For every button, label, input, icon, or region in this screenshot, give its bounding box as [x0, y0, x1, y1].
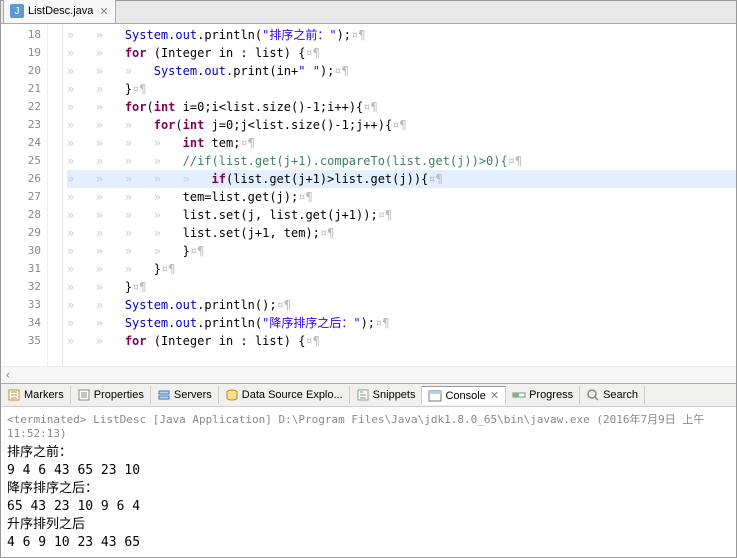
view-tab-snip[interactable]: Snippets [350, 386, 423, 404]
console-panel: <terminated> ListDesc [Java Application]… [1, 406, 736, 557]
line-number: 24 [1, 134, 41, 152]
code-line[interactable]: » » » System.out.print(in+" ");¤¶ [67, 62, 736, 80]
close-icon[interactable]: ✕ [99, 5, 108, 18]
line-number: 20 [1, 62, 41, 80]
line-number: 32 [1, 278, 41, 296]
dse-icon [225, 388, 239, 402]
line-number: 27 [1, 188, 41, 206]
code-line[interactable]: » » System.out.println();¤¶ [67, 296, 736, 314]
code-line[interactable]: » » » » int tem;¤¶ [67, 134, 736, 152]
code-line[interactable]: » » for(int i=0;i<list.size()-1;i++){¤¶ [67, 98, 736, 116]
line-number: 35 [1, 332, 41, 350]
code-line[interactable]: » » » » //if(list.get(j+1).compareTo(lis… [67, 152, 736, 170]
line-number: 23 [1, 116, 41, 134]
line-number: 25 [1, 152, 41, 170]
tab-label: ListDesc.java [28, 5, 93, 17]
code-line[interactable]: » » » for(int j=0;j<list.size()-1;j++){¤… [67, 116, 736, 134]
view-tab-label: Data Source Explo... [242, 389, 343, 401]
view-tab-label: Progress [529, 389, 573, 401]
line-number: 30 [1, 242, 41, 260]
view-tab-console[interactable]: Console ✕ [422, 386, 506, 405]
view-tab-progress[interactable]: Progress [506, 386, 580, 404]
code-line[interactable]: » » » » » if(list.get(j+1)>list.get(j)){… [67, 170, 736, 188]
console-process-label: <terminated> ListDesc [Java Application]… [1, 407, 736, 444]
editor-scrollbar[interactable]: ‹ [1, 366, 736, 383]
view-tab-label: Search [603, 389, 638, 401]
line-number: 29 [1, 224, 41, 242]
console-line: 排序之前： [7, 444, 730, 462]
view-tab-marker[interactable]: Markers [1, 386, 71, 404]
code-line[interactable]: » » }¤¶ [67, 80, 736, 98]
code-line[interactable]: » » }¤¶ [67, 278, 736, 296]
view-tab-search[interactable]: Search [580, 386, 645, 404]
console-line: 降序排序之后： [7, 480, 730, 498]
servers-icon [157, 388, 171, 402]
code-line[interactable]: » » » » tem=list.get(j);¤¶ [67, 188, 736, 206]
view-tab-label: Markers [24, 389, 64, 401]
views-tabbar: Markers Properties Servers Data Source Expl… [1, 383, 736, 406]
view-tab-label: Servers [174, 389, 212, 401]
line-number: 22 [1, 98, 41, 116]
line-number-gutter: 181920212223242526272829303132333435 [1, 24, 48, 366]
view-tab-servers[interactable]: Servers [151, 386, 219, 404]
scroll-left-icon[interactable]: ‹ [1, 368, 15, 382]
console-line: 9 4 6 43 65 23 10 [7, 462, 730, 480]
code-line[interactable]: » » » » list.set(j, list.get(j+1));¤¶ [67, 206, 736, 224]
line-number: 21 [1, 80, 41, 98]
close-icon[interactable]: ✕ [490, 389, 499, 402]
search-icon [586, 388, 600, 402]
java-file-icon: J [10, 4, 24, 18]
view-tab-dse[interactable]: Data Source Explo... [219, 386, 350, 404]
marker-icon [7, 388, 21, 402]
view-tab-label: Console [445, 390, 485, 402]
code-line[interactable]: » » System.out.println("降序排序之后：");¤¶ [67, 314, 736, 332]
code-line[interactable]: » » » » list.set(j+1, tem);¤¶ [67, 224, 736, 242]
line-number: 28 [1, 206, 41, 224]
view-tab-props[interactable]: Properties [71, 386, 151, 404]
ide-window: J ListDesc.java ✕ 1819202122232425262728… [0, 0, 737, 558]
line-number: 31 [1, 260, 41, 278]
code-line[interactable]: » » » }¤¶ [67, 260, 736, 278]
line-number: 18 [1, 26, 41, 44]
editor-tab[interactable]: J ListDesc.java ✕ [3, 0, 116, 23]
view-tab-label: Properties [94, 389, 144, 401]
fold-gutter [48, 24, 63, 366]
code-line[interactable]: » » for (Integer in : list) {¤¶ [67, 332, 736, 350]
snip-icon [356, 388, 370, 402]
editor-area: 181920212223242526272829303132333435 » »… [1, 24, 736, 366]
progress-icon [512, 388, 526, 402]
console-line: 65 43 23 10 9 6 4 [7, 498, 730, 516]
code-line[interactable]: » » System.out.println("排序之前：");¤¶ [67, 26, 736, 44]
props-icon [77, 388, 91, 402]
editor-tabbar: J ListDesc.java ✕ [1, 1, 736, 24]
view-tab-label: Snippets [373, 389, 416, 401]
line-number: 34 [1, 314, 41, 332]
console-output[interactable]: 排序之前：9 4 6 43 65 23 10 降序排序之后：65 43 23 1… [1, 444, 736, 552]
line-number: 19 [1, 44, 41, 62]
code-line[interactable]: » » for (Integer in : list) {¤¶ [67, 44, 736, 62]
code-editor[interactable]: » » System.out.println("排序之前：");¤¶» » fo… [63, 24, 736, 366]
code-line[interactable]: » » » » }¤¶ [67, 242, 736, 260]
console-line: 升序排列之后 [7, 516, 730, 534]
line-number: 26 [1, 170, 41, 188]
line-number: 33 [1, 296, 41, 314]
console-line: 4 6 9 10 23 43 65 [7, 534, 730, 552]
console-icon [428, 389, 442, 403]
